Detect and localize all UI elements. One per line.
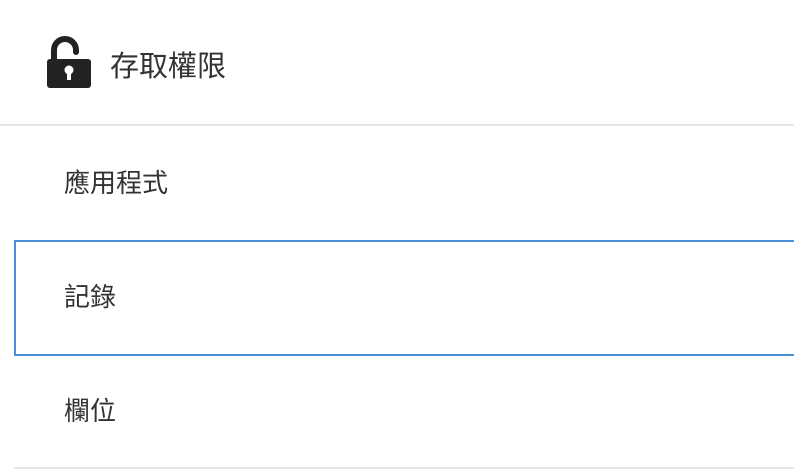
page-title: 存取權限 (110, 49, 227, 83)
unlock-icon (47, 36, 91, 88)
nav-item-apps[interactable]: 應用程式 (14, 126, 794, 240)
divider (14, 467, 794, 469)
page-header: 存取權限 (0, 0, 794, 126)
nav-item-label: 應用程式 (64, 169, 169, 199)
nav-item-records[interactable]: 記錄 (14, 240, 794, 356)
nav-item-fields[interactable]: 欄位 (14, 356, 794, 468)
nav-item-label: 記錄 (64, 283, 117, 313)
nav-item-label: 欄位 (64, 397, 117, 427)
